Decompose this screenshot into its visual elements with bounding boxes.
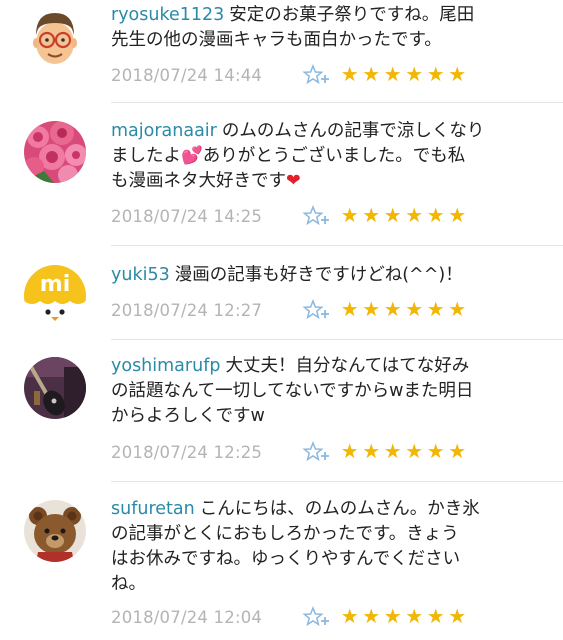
star-icon[interactable]: ★ — [404, 604, 426, 628]
divider — [111, 481, 563, 482]
add-star-icon — [302, 440, 329, 462]
star-icon[interactable]: ★ — [447, 604, 469, 628]
avatar[interactable]: mi — [24, 265, 86, 327]
timestamp: 2018/07/24 14:25 — [111, 207, 263, 226]
star-rating: ★ ★ ★ ★ ★ ★ — [339, 604, 468, 628]
yellow-mi-chick-icon: mi — [24, 265, 86, 327]
star-icon[interactable]: ★ — [447, 297, 469, 321]
star-icon[interactable]: ★ — [361, 297, 383, 321]
star-icon[interactable]: ★ — [361, 439, 383, 463]
star-icon[interactable]: ★ — [404, 297, 426, 321]
add-star-icon — [302, 605, 329, 627]
guitar-photo-icon — [24, 357, 86, 419]
hearts-emoji: 💕 — [181, 146, 203, 166]
comment-text: yoshimarufp 大丈夫！自分なんてはてな好み の話題なんて一切してないです… — [111, 354, 557, 429]
comment-meta: 2018/07/24 14:25 ★ ★ ★ ★ ★ ★ — [111, 203, 551, 230]
star-icon[interactable]: ★ — [425, 439, 447, 463]
add-star-icon — [302, 204, 329, 226]
comment-content: yoshimarufp 大丈夫！自分なんてはてな好み の話題なんて一切してないです… — [111, 354, 557, 429]
mi-logo-text: mi — [40, 272, 70, 297]
star-icon[interactable]: ★ — [425, 297, 447, 321]
star-rating: ★ ★ ★ ★ ★ ★ — [339, 439, 468, 463]
add-star-icon — [302, 298, 329, 320]
comment-content: majoranaair のムのムさんの記事で涼しくなり ましたよ💕ありがとうござい… — [111, 119, 557, 194]
star-icon[interactable]: ★ — [425, 604, 447, 628]
comment-text: ryosuke1123 安定のお菓子祭りですね。尾田 先生の他の漫画キャラも面白か… — [111, 3, 557, 53]
avatar[interactable] — [24, 121, 86, 183]
star-rating: ★ ★ ★ ★ ★ ★ — [339, 62, 468, 86]
star-icon[interactable]: ★ — [447, 62, 469, 86]
star-icon[interactable]: ★ — [339, 604, 361, 628]
star-icon[interactable]: ★ — [404, 439, 426, 463]
heart-emoji: ❤ — [286, 171, 301, 191]
pink-roses-icon — [24, 121, 86, 183]
star-icon[interactable]: ★ — [339, 62, 361, 86]
add-star-button[interactable] — [302, 440, 332, 464]
comment-content: sufuretan こんにちは、のムのムさん。かき氷 の記事がとくにおもしろかった… — [111, 497, 557, 597]
comment-text: sufuretan こんにちは、のムのムさん。かき氷 の記事がとくにおもしろかった… — [111, 497, 557, 597]
avatar[interactable] — [24, 357, 86, 419]
star-icon[interactable]: ★ — [382, 297, 404, 321]
star-icon[interactable]: ★ — [425, 62, 447, 86]
comment-list: ryosuke1123 安定のお菓子祭りですね。尾田 先生の他の漫画キャラも面白か… — [0, 0, 563, 640]
timestamp: 2018/07/24 12:27 — [111, 301, 263, 320]
star-icon[interactable]: ★ — [361, 62, 383, 86]
avatar[interactable] — [24, 5, 86, 67]
star-icon[interactable]: ★ — [361, 203, 383, 227]
add-star-icon — [302, 63, 329, 85]
comment-meta: 2018/07/24 12:04 ★ ★ ★ ★ ★ ★ — [111, 604, 551, 631]
add-star-button[interactable] — [302, 298, 332, 322]
username-link[interactable]: ryosuke1123 — [111, 5, 224, 25]
username-link[interactable]: majoranaair — [111, 121, 217, 141]
comment-meta: 2018/07/24 12:27 ★ ★ ★ ★ ★ ★ — [111, 297, 551, 324]
teddy-bear-icon — [24, 500, 86, 562]
timestamp: 2018/07/24 12:25 — [111, 443, 263, 462]
star-icon[interactable]: ★ — [425, 203, 447, 227]
star-icon[interactable]: ★ — [447, 439, 469, 463]
comment-text: majoranaair のムのムさんの記事で涼しくなり ましたよ💕ありがとうござい… — [111, 119, 557, 194]
username-link[interactable]: yoshimarufp — [111, 356, 220, 376]
star-icon[interactable]: ★ — [339, 203, 361, 227]
star-icon[interactable]: ★ — [404, 203, 426, 227]
star-icon[interactable]: ★ — [382, 203, 404, 227]
divider — [111, 339, 563, 340]
timestamp: 2018/07/24 12:04 — [111, 608, 263, 627]
star-icon[interactable]: ★ — [382, 604, 404, 628]
comment-body: 漫画の記事も好きですけどね(^^)！ — [174, 265, 463, 285]
comment-meta: 2018/07/24 14:44 ★ ★ ★ ★ ★ ★ — [111, 62, 551, 89]
star-icon[interactable]: ★ — [382, 439, 404, 463]
username-link[interactable]: sufuretan — [111, 499, 195, 519]
star-icon[interactable]: ★ — [404, 62, 426, 86]
add-star-button[interactable] — [302, 605, 332, 629]
cartoon-man-with-glasses-icon — [24, 5, 86, 67]
divider — [111, 102, 563, 103]
comment-text: yuki53 漫画の記事も好きですけどね(^^)！ — [111, 263, 557, 288]
comment-meta: 2018/07/24 12:25 ★ ★ ★ ★ ★ ★ — [111, 439, 551, 466]
star-icon[interactable]: ★ — [339, 297, 361, 321]
add-star-button[interactable] — [302, 63, 332, 87]
star-rating: ★ ★ ★ ★ ★ ★ — [339, 203, 468, 227]
username-link[interactable]: yuki53 — [111, 265, 170, 285]
star-icon[interactable]: ★ — [382, 62, 404, 86]
star-rating: ★ ★ ★ ★ ★ ★ — [339, 297, 468, 321]
star-icon[interactable]: ★ — [361, 604, 383, 628]
comment-content: ryosuke1123 安定のお菓子祭りですね。尾田 先生の他の漫画キャラも面白か… — [111, 3, 557, 53]
star-icon[interactable]: ★ — [339, 439, 361, 463]
star-icon[interactable]: ★ — [447, 203, 469, 227]
comment-content: yuki53 漫画の記事も好きですけどね(^^)！ — [111, 263, 557, 288]
avatar[interactable] — [24, 500, 86, 562]
add-star-button[interactable] — [302, 204, 332, 228]
divider — [111, 245, 563, 246]
timestamp: 2018/07/24 14:44 — [111, 66, 263, 85]
